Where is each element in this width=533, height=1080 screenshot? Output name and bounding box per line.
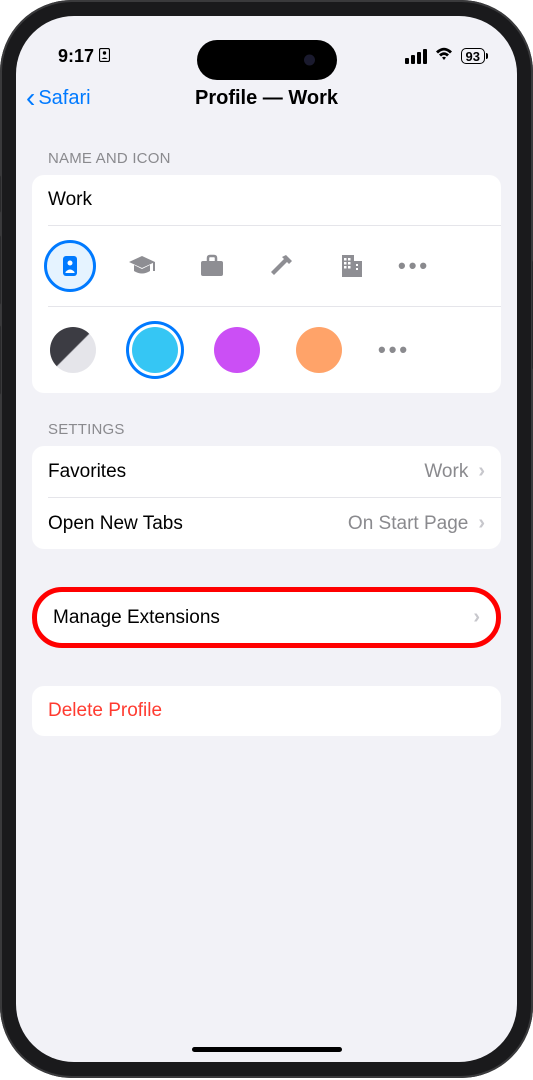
- color-picker-row: •••: [32, 307, 501, 393]
- chevron-right-icon: ›: [478, 512, 485, 535]
- icon-option-briefcase[interactable]: [196, 250, 228, 282]
- favorites-value: Work: [424, 461, 468, 483]
- icon-option-badge[interactable]: [44, 240, 96, 292]
- wifi-icon: [434, 46, 454, 67]
- dynamic-island: [197, 40, 337, 80]
- screen: 9:17 93 ‹ Safari: [16, 16, 517, 1062]
- navigation-bar: ‹ Safari Profile — Work: [16, 74, 517, 122]
- color-option-blue[interactable]: [132, 327, 178, 373]
- profile-name-value: Work: [48, 189, 485, 211]
- manage-extensions-row[interactable]: Manage Extensions ›: [37, 592, 496, 643]
- icon-option-building[interactable]: [336, 250, 368, 282]
- chevron-right-icon: ›: [473, 606, 480, 629]
- open-new-tabs-label: Open New Tabs: [48, 513, 348, 535]
- user-icon: [99, 46, 110, 67]
- name-icon-card: Work: [32, 175, 501, 393]
- phone-frame: 9:17 93 ‹ Safari: [0, 0, 533, 1078]
- settings-card: Favorites Work › Open New Tabs On Start …: [32, 446, 501, 549]
- color-option-orange[interactable]: [296, 327, 342, 373]
- color-option-purple[interactable]: [214, 327, 260, 373]
- section-header-settings: SETTINGS: [32, 393, 501, 446]
- icon-option-hammer[interactable]: [266, 250, 298, 282]
- favorites-label: Favorites: [48, 461, 424, 483]
- delete-profile-row[interactable]: Delete Profile: [32, 686, 501, 736]
- back-label: Safari: [38, 87, 90, 110]
- page-title: Profile — Work: [195, 87, 338, 110]
- open-new-tabs-value: On Start Page: [348, 513, 468, 535]
- back-button[interactable]: ‹ Safari: [26, 84, 91, 112]
- more-colors-button[interactable]: •••: [378, 337, 410, 363]
- favorites-row[interactable]: Favorites Work ›: [32, 446, 501, 497]
- delete-profile-card: Delete Profile: [32, 686, 501, 736]
- manage-extensions-label: Manage Extensions: [53, 607, 463, 629]
- color-option-default[interactable]: [50, 327, 96, 373]
- delete-profile-label: Delete Profile: [48, 700, 485, 722]
- status-time: 9:17: [58, 46, 94, 67]
- open-new-tabs-row[interactable]: Open New Tabs On Start Page ›: [32, 498, 501, 549]
- more-icons-button[interactable]: •••: [398, 253, 430, 279]
- section-header-name-icon: NAME AND ICON: [32, 122, 501, 175]
- battery-indicator: 93: [461, 48, 485, 64]
- signal-icon: [405, 49, 427, 64]
- icon-picker-row: •••: [32, 226, 501, 306]
- icon-option-graduation[interactable]: [126, 250, 158, 282]
- manage-extensions-card: Manage Extensions ›: [32, 587, 501, 648]
- chevron-right-icon: ›: [478, 460, 485, 483]
- chevron-left-icon: ‹: [26, 84, 35, 112]
- profile-name-input[interactable]: Work: [32, 175, 501, 225]
- home-indicator[interactable]: [192, 1047, 342, 1052]
